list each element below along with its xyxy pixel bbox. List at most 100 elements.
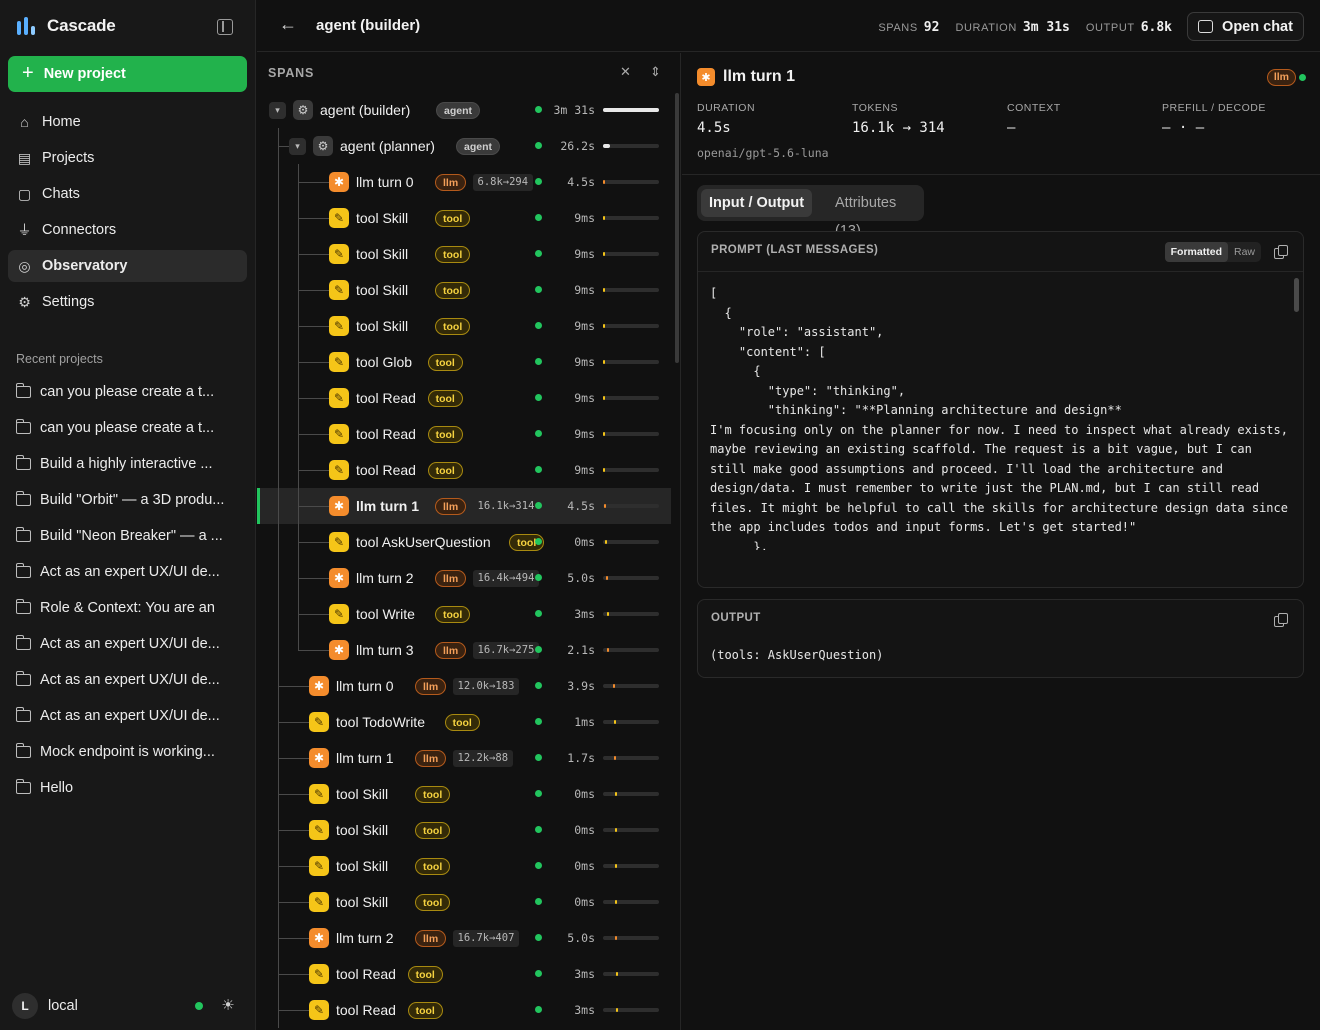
nav-item-settings[interactable]: ⚙ Settings	[8, 286, 247, 318]
span-row[interactable]: ✎ tool Skill tool 0ms	[257, 776, 671, 812]
tree-branch	[298, 578, 331, 579]
timeline-bar	[603, 612, 659, 616]
token-count: 16.4k→494	[472, 570, 540, 587]
status-dot	[535, 574, 542, 581]
user-menu[interactable]: L local ☀	[12, 992, 244, 1020]
online-status-dot	[195, 1002, 203, 1010]
span-row[interactable]: ✎ tool AskUserQuestion tool 0ms	[257, 524, 671, 560]
span-row[interactable]: ✱ llm turn 1 llm 12.2k→88 1.7s	[257, 740, 671, 776]
span-row[interactable]: ✎ tool Read tool 3ms	[257, 956, 671, 992]
status-dot	[535, 322, 542, 329]
sidebar-toggle-icon[interactable]	[217, 19, 233, 35]
span-row[interactable]: ✱ llm turn 2 llm 16.4k→494 5.0s	[257, 560, 671, 596]
span-kind-badge: llm	[435, 570, 467, 587]
span-row[interactable]: ✱ llm turn 0 llm 12.0k→183 3.9s	[257, 668, 671, 704]
recent-project-item[interactable]: can you please create a t...	[8, 410, 247, 446]
recent-project-item[interactable]: Mock endpoint is working...	[8, 734, 247, 770]
llm-icon: ✱	[309, 928, 329, 948]
nav-item-home[interactable]: ⌂ Home	[8, 106, 247, 138]
span-name: tool Skill	[336, 858, 389, 874]
span-row[interactable]: ✱ llm turn 0 llm 6.8k→294 4.5s	[257, 164, 671, 200]
prompt-heading: PROMPT (LAST MESSAGES)	[711, 244, 879, 256]
span-row[interactable]: ✎ tool Glob tool 9ms	[257, 344, 671, 380]
span-row[interactable]: ▾ ⚙ agent (builder) agent 3m 31s	[257, 92, 671, 128]
span-row[interactable]: ✎ tool Skill tool 9ms	[257, 200, 671, 236]
status-dot	[535, 142, 542, 149]
home-icon: ⌂	[20, 114, 29, 130]
span-row[interactable]: ✎ tool Read tool 9ms	[257, 416, 671, 452]
prompt-scrollbar[interactable]	[1294, 278, 1299, 312]
back-arrow-icon[interactable]: ←	[279, 14, 297, 35]
tree-branch	[298, 326, 331, 327]
span-row[interactable]: ▾ ⚙ agent (planner) agent 26.2s	[257, 128, 671, 164]
open-chat-button[interactable]: Open chat	[1187, 12, 1304, 41]
span-row[interactable]: ✎ tool Skill tool 0ms	[257, 812, 671, 848]
timeline-bar	[603, 144, 659, 148]
span-duration: 0ms	[574, 535, 595, 549]
folder-icon	[15, 707, 31, 722]
metric-label: PREFILL / DECODE	[1162, 102, 1266, 114]
chevron-down-icon[interactable]: ▾	[289, 138, 306, 155]
brand[interactable]: Cascade	[16, 15, 116, 37]
recent-project-item[interactable]: Role & Context: You are an	[8, 590, 247, 626]
tree-line	[278, 452, 279, 488]
span-row[interactable]: ✎ tool Skill tool 9ms	[257, 236, 671, 272]
span-row[interactable]: ✱ llm turn 3 llm 16.7k→275 2.1s	[257, 632, 671, 668]
span-kind-badge: agent	[456, 138, 501, 155]
tab-input-output[interactable]: Input / Output	[701, 189, 813, 217]
recent-project-item[interactable]: Hello	[8, 770, 247, 806]
span-row[interactable]: ✎ tool Read tool 9ms	[257, 380, 671, 416]
span-duration: 26.2s	[560, 139, 595, 153]
spans-scrollbar[interactable]	[675, 93, 679, 363]
collapse-all-icon[interactable]: ✕	[620, 64, 631, 80]
nav-item-projects[interactable]: ▤ Projects	[8, 142, 247, 174]
span-row[interactable]: ✎ tool Write tool 3ms	[257, 596, 671, 632]
span-name: tool Skill	[356, 282, 409, 298]
metric-label: TOKENS	[852, 102, 898, 114]
span-row[interactable]: ✎ tool TodoWrite tool 1ms	[257, 704, 671, 740]
span-row[interactable]: ✎ tool Skill tool 9ms	[257, 272, 671, 308]
formatted-button[interactable]: Formatted	[1164, 242, 1228, 262]
span-kind-badge: tool	[407, 966, 443, 983]
recent-project-item[interactable]: Act as an expert UX/UI de...	[8, 554, 247, 590]
status-dot	[535, 754, 542, 761]
span-duration: 9ms	[574, 463, 595, 477]
chevron-down-icon[interactable]: ▾	[269, 102, 286, 119]
copy-icon[interactable]	[1274, 613, 1288, 627]
expand-all-icon[interactable]: ⇕	[650, 64, 661, 80]
status-dot	[535, 862, 542, 869]
tree-branch	[278, 974, 311, 975]
recent-project-item[interactable]: Build "Neon Breaker" — a ...	[8, 518, 247, 554]
tool-icon: ✎	[309, 856, 329, 876]
status-dot	[535, 106, 542, 113]
theme-toggle-icon[interactable]: ☀	[220, 998, 236, 1014]
status-dot	[535, 466, 542, 473]
recent-project-item[interactable]: can you please create a t...	[8, 374, 247, 410]
llm-icon: ✱	[309, 676, 329, 696]
span-row[interactable]: ✎ tool Skill tool 9ms	[257, 308, 671, 344]
nav-item-chats[interactable]: ▢ Chats	[8, 178, 247, 210]
span-row[interactable]: ✎ tool Read tool 3ms	[257, 992, 671, 1028]
recent-project-item[interactable]: Build a highly interactive ...	[8, 446, 247, 482]
recent-project-item[interactable]: Build "Orbit" — a 3D produ...	[8, 482, 247, 518]
nav-item-connectors[interactable]: ⏚ Connectors	[8, 214, 247, 246]
metric-label: DURATION	[697, 102, 756, 114]
span-row[interactable]: ✎ tool Read tool 9ms	[257, 452, 671, 488]
new-project-button[interactable]: + New project	[8, 56, 247, 92]
tab-attributes[interactable]: Attributes (13)	[827, 189, 924, 239]
metric-value: — · —	[1162, 120, 1205, 136]
raw-button[interactable]: Raw	[1228, 242, 1261, 262]
recent-project-item[interactable]: Act as an expert UX/UI de...	[8, 662, 247, 698]
tool-icon: ✎	[329, 208, 349, 228]
tree-branch	[298, 182, 331, 183]
chat-icon	[1198, 20, 1214, 33]
copy-icon[interactable]	[1274, 245, 1288, 259]
recent-project-item[interactable]: Act as an expert UX/UI de...	[8, 698, 247, 734]
span-row[interactable]: ✱ llm turn 2 llm 16.7k→407 5.0s	[257, 920, 671, 956]
span-row[interactable]: ✎ tool Skill tool 0ms	[257, 884, 671, 920]
nav-item-observatory[interactable]: ◎ Observatory	[8, 250, 247, 282]
recent-project-item[interactable]: Act as an expert UX/UI de...	[8, 626, 247, 662]
span-row[interactable]: ✎ tool Skill tool 0ms	[257, 848, 671, 884]
span-kind-badge: tool	[415, 894, 451, 911]
span-row[interactable]: ✱ llm turn 1 llm 16.1k→314 4.5s	[257, 488, 671, 524]
